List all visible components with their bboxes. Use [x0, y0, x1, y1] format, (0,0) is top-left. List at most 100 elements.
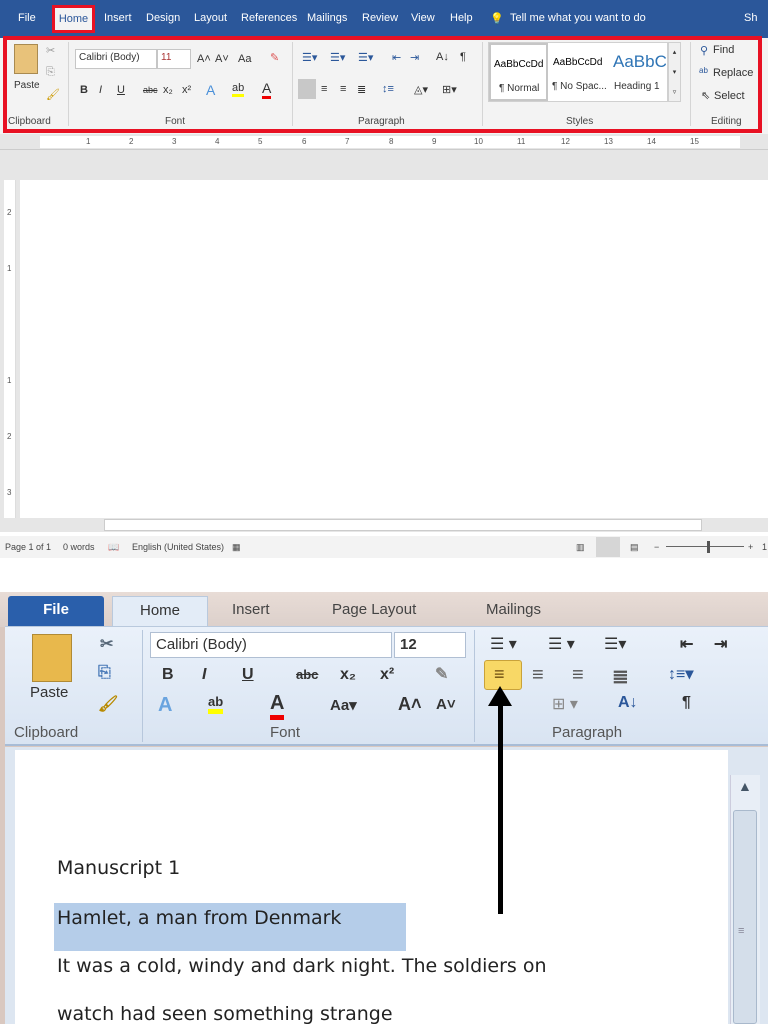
- tell-me-search[interactable]: Tell me what you want to do: [510, 12, 646, 24]
- increase-indent-icon[interactable]: ⇥: [714, 634, 727, 654]
- bold-icon[interactable]: B: [162, 666, 174, 684]
- ruler-tick: 3: [172, 137, 177, 146]
- tab-design[interactable]: Design: [146, 12, 180, 24]
- scroll-thumb[interactable]: [104, 519, 702, 531]
- cut-icon[interactable]: ✂: [100, 634, 113, 654]
- tab-view[interactable]: View: [411, 12, 435, 24]
- tab-mailings[interactable]: Mailings: [486, 601, 541, 618]
- tab-page-layout[interactable]: Page Layout: [332, 601, 416, 618]
- divider: [142, 630, 143, 742]
- tab-home[interactable]: Home: [52, 5, 95, 33]
- macro-icon[interactable]: ▦: [232, 542, 241, 553]
- lightbulb-icon: 💡: [490, 13, 504, 25]
- ruler-tick: 3: [7, 488, 12, 497]
- status-bar: Page 1 of 1 0 words 📖 English (United St…: [0, 536, 768, 558]
- multilevel-list-icon[interactable]: ☰▾: [604, 634, 626, 654]
- pointer-arrow: [498, 700, 503, 914]
- paste-icon[interactable]: [32, 634, 72, 682]
- numbering-icon[interactable]: ☰ ▾: [548, 634, 575, 654]
- horizontal-ruler[interactable]: 1 2 3 4 5 6 7 8 9 10 11 12 13 14 15: [0, 134, 768, 150]
- document-page[interactable]: [15, 750, 728, 1024]
- ruler-tick: 8: [389, 137, 394, 146]
- clear-formatting-icon[interactable]: ✎: [435, 664, 448, 684]
- clipboard-label: Clipboard: [14, 724, 79, 741]
- print-layout-button[interactable]: [596, 537, 620, 557]
- superscript-icon[interactable]: x²: [380, 666, 394, 684]
- bullets-icon[interactable]: ☰ ▾: [490, 634, 517, 654]
- tab-references[interactable]: References: [241, 12, 297, 24]
- divider: [474, 630, 475, 742]
- ruler-tick: 10: [474, 137, 483, 146]
- tab-help[interactable]: Help: [450, 12, 473, 24]
- font-name-select[interactable]: Calibri (Body): [150, 632, 392, 658]
- ruler-tick: 12: [561, 137, 570, 146]
- justify-icon[interactable]: ≣: [612, 664, 629, 689]
- tab-review[interactable]: Review: [362, 12, 398, 24]
- doc-line[interactable]: It was a cold, windy and dark night. The…: [57, 955, 547, 977]
- doc-selected-line[interactable]: Hamlet, a man from Denmark: [57, 907, 341, 929]
- scroll-up-icon[interactable]: ▲: [738, 778, 752, 794]
- share-button[interactable]: Sh: [744, 12, 757, 24]
- tab-file[interactable]: File: [8, 596, 104, 626]
- ruler-tick: 2: [7, 432, 12, 441]
- ruler-tick: 6: [302, 137, 307, 146]
- tab-mailings[interactable]: Mailings: [307, 12, 347, 24]
- scroll-thumb[interactable]: [733, 810, 757, 1024]
- sort-icon[interactable]: A↓: [618, 694, 638, 712]
- grow-font-icon[interactable]: A˄: [398, 694, 422, 715]
- tab-insert[interactable]: Insert: [104, 12, 132, 24]
- underline-icon[interactable]: U: [242, 666, 254, 684]
- shrink-font-icon[interactable]: A˅: [436, 696, 456, 713]
- tab-insert[interactable]: Insert: [232, 601, 270, 618]
- word-count[interactable]: 0 words: [63, 542, 95, 552]
- change-case-icon[interactable]: Aa▾: [330, 696, 357, 714]
- proofing-icon[interactable]: 📖: [108, 542, 119, 553]
- zoom-in-icon[interactable]: +: [748, 542, 753, 552]
- ruler-tick: 9: [432, 137, 437, 146]
- line-spacing-icon[interactable]: ↕≡▾: [668, 664, 693, 684]
- show-marks-icon[interactable]: ¶: [682, 694, 691, 712]
- copy-icon[interactable]: ⎘: [98, 664, 111, 682]
- tab-home[interactable]: Home: [112, 596, 208, 628]
- zoom-out-icon[interactable]: −: [654, 542, 659, 552]
- ruler-tick: 1: [7, 376, 12, 385]
- ruler-tick: 7: [345, 137, 350, 146]
- document-page[interactable]: [20, 180, 768, 518]
- ruler-tick: 5: [258, 137, 263, 146]
- horizontal-scrollbar[interactable]: [0, 518, 768, 532]
- ruler-tick: 14: [647, 137, 656, 146]
- font-size-select[interactable]: 12: [394, 632, 466, 658]
- ruler-tick: 15: [690, 137, 699, 146]
- strikethrough-icon[interactable]: abc: [296, 667, 318, 682]
- zoom-slider-thumb[interactable]: [707, 541, 710, 553]
- align-center-icon[interactable]: ≡: [532, 664, 544, 687]
- ruler-tick: 13: [604, 137, 613, 146]
- italic-icon[interactable]: I: [202, 666, 206, 684]
- font-color-icon[interactable]: A: [270, 692, 285, 720]
- paste-button[interactable]: Paste: [30, 684, 68, 701]
- align-right-icon[interactable]: ≡: [572, 664, 584, 687]
- borders-icon[interactable]: ⊞ ▾: [552, 694, 578, 714]
- read-mode-icon[interactable]: ▥: [576, 542, 585, 553]
- zoom-level[interactable]: 1: [762, 542, 767, 552]
- pointer-arrow-head: [488, 686, 512, 706]
- ruler-tick: 1: [7, 264, 12, 273]
- paragraph-label: Paragraph: [552, 724, 623, 741]
- tab-file[interactable]: File: [18, 12, 36, 24]
- tab-layout[interactable]: Layout: [194, 12, 227, 24]
- highlight-icon[interactable]: ab: [208, 694, 224, 714]
- format-painter-icon[interactable]: 🖌: [98, 694, 118, 714]
- align-left-icon: ≡: [494, 664, 505, 684]
- grip-icon: ≡: [738, 925, 745, 937]
- web-layout-icon[interactable]: ▤: [630, 542, 639, 553]
- text-effects-icon[interactable]: A: [158, 694, 172, 717]
- vertical-ruler[interactable]: 2 1 1 2 3: [4, 180, 16, 518]
- decrease-indent-icon[interactable]: ⇤: [680, 634, 693, 654]
- doc-heading[interactable]: Manuscript 1: [57, 857, 180, 879]
- zoom-slider[interactable]: [666, 546, 744, 547]
- language[interactable]: English (United States): [132, 542, 224, 552]
- page-count[interactable]: Page 1 of 1: [5, 542, 51, 552]
- subscript-icon[interactable]: x₂: [340, 666, 356, 684]
- ribbon-highlight-box: [3, 36, 762, 133]
- doc-line[interactable]: watch had seen something strange: [57, 1003, 393, 1025]
